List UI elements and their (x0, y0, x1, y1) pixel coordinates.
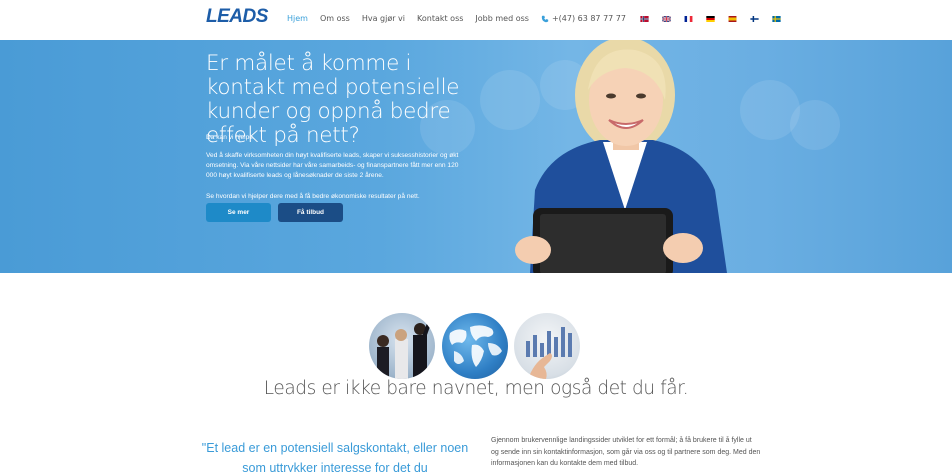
phone-number: +(47) 63 87 77 77 (551, 14, 626, 23)
germany-flag-icon[interactable] (706, 15, 715, 22)
landing-pages-description: Gjennom brukervennlige landingssider utv… (491, 437, 761, 467)
site-header: LEADS Hjem Om oss Hva gjør vi Kontakt os… (0, 0, 952, 40)
language-flags (640, 15, 794, 22)
get-offer-button[interactable]: Få tilbud (278, 203, 343, 222)
nav-item-om-oss[interactable]: Om oss (320, 14, 350, 23)
hero-woman-image (515, 40, 727, 273)
finland-flag-icon[interactable] (750, 15, 759, 22)
phone-icon (541, 15, 549, 22)
business-people-image (369, 313, 435, 379)
lead-definition-quote: "Et lead er en potensiell salgskontakt, … (201, 441, 469, 472)
norway-flag-icon[interactable] (640, 15, 649, 22)
hero-cta-text: Se hvordan vi hjelper dere med å få bedr… (206, 193, 420, 200)
spain-flag-icon[interactable] (728, 15, 737, 22)
background-person (790, 100, 840, 150)
nav-item-hjem[interactable]: Hjem (287, 14, 308, 23)
svg-text:LEADS: LEADS (206, 7, 269, 25)
nav-item-kontakt-oss[interactable]: Kontakt oss (417, 14, 463, 23)
hero-lead: Da kan vi hjelpe. (206, 134, 255, 141)
main-nav: Hjem Om oss Hva gjør vi Kontakt oss Jobb… (287, 14, 794, 23)
uk-flag-icon[interactable] (662, 15, 671, 22)
nav-item-jobb-med-oss[interactable]: Jobb med oss (475, 14, 529, 23)
leads-logo[interactable]: LEADS (206, 6, 284, 27)
france-flag-icon[interactable] (684, 15, 693, 22)
chart-touch-image (514, 313, 580, 379)
sweden-flag-icon[interactable] (772, 15, 781, 22)
nav-item-hva-gjor-vi[interactable]: Hva gjør vi (362, 14, 405, 23)
see-more-button[interactable]: Se mer (206, 203, 271, 222)
phone-link[interactable]: +(47) 63 87 77 77 (541, 14, 626, 23)
hero-banner: Er målet å komme i kontakt med potensiel… (0, 40, 952, 273)
globe-map-image (442, 313, 508, 379)
section-tagline: Leads er ikke bare navnet, men også det … (263, 378, 689, 399)
hero-body: Ved å skaffe virksomheten din høyt kvali… (206, 152, 459, 179)
